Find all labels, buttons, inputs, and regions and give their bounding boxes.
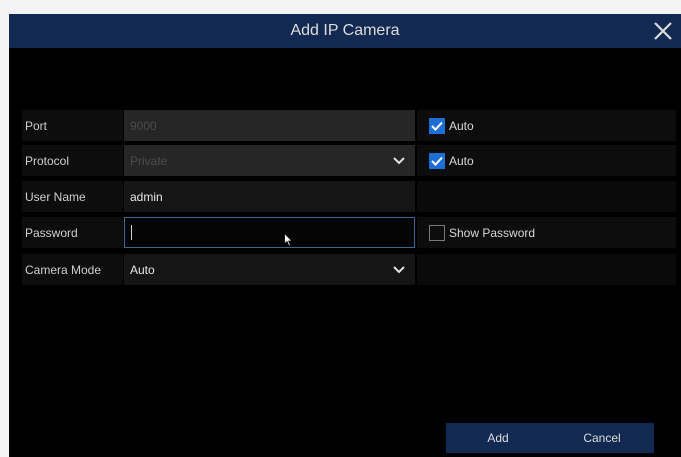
camera-mode-value: Auto xyxy=(130,262,155,277)
protocol-auto-option[interactable]: Auto xyxy=(417,145,676,176)
camera-mode-side-cell xyxy=(417,254,676,285)
show-password-option[interactable]: Show Password xyxy=(417,217,676,248)
port-auto-label: Auto xyxy=(449,118,474,133)
close-icon[interactable] xyxy=(651,19,675,43)
password-label: Password xyxy=(22,217,123,248)
protocol-row: Protocol Private Auto xyxy=(22,145,676,176)
camera-mode-select[interactable]: Auto xyxy=(124,254,415,285)
text-caret xyxy=(131,225,132,240)
port-auto-checkbox[interactable] xyxy=(429,117,445,134)
cancel-button[interactable]: Cancel xyxy=(550,423,654,453)
show-password-checkbox[interactable] xyxy=(429,224,445,241)
show-password-label: Show Password xyxy=(449,225,536,240)
protocol-label: Protocol xyxy=(22,145,123,176)
checkmark-icon xyxy=(431,156,443,166)
port-input: 9000 xyxy=(124,110,415,141)
chevron-down-icon xyxy=(393,156,405,164)
port-row: Port 9000 Auto xyxy=(22,110,676,141)
username-row: User Name admin xyxy=(22,181,676,212)
username-label: User Name xyxy=(22,181,123,212)
add-ip-camera-dialog: Add IP Camera Port 9000 Auto Protocol Pr… xyxy=(9,14,681,457)
camera-mode-label: Camera Mode xyxy=(22,254,123,285)
protocol-select: Private xyxy=(124,145,415,176)
port-label: Port xyxy=(22,110,123,141)
password-row: Password Show Password xyxy=(22,217,676,248)
dialog-title: Add IP Camera xyxy=(290,22,400,39)
mouse-pointer-icon xyxy=(284,233,293,247)
username-side-cell xyxy=(417,181,676,212)
port-auto-option[interactable]: Auto xyxy=(417,110,676,141)
camera-mode-row: Camera Mode Auto xyxy=(22,254,676,285)
protocol-value: Private xyxy=(130,153,168,168)
protocol-auto-checkbox[interactable] xyxy=(429,152,445,169)
username-input[interactable]: admin xyxy=(124,181,415,212)
add-button[interactable]: Add xyxy=(446,423,550,453)
background-strip xyxy=(0,0,681,14)
checkmark-icon xyxy=(431,121,443,131)
chevron-down-icon xyxy=(393,265,405,273)
dialog-titlebar: Add IP Camera xyxy=(9,14,681,48)
password-input[interactable] xyxy=(124,217,415,248)
protocol-auto-label: Auto xyxy=(449,153,474,168)
